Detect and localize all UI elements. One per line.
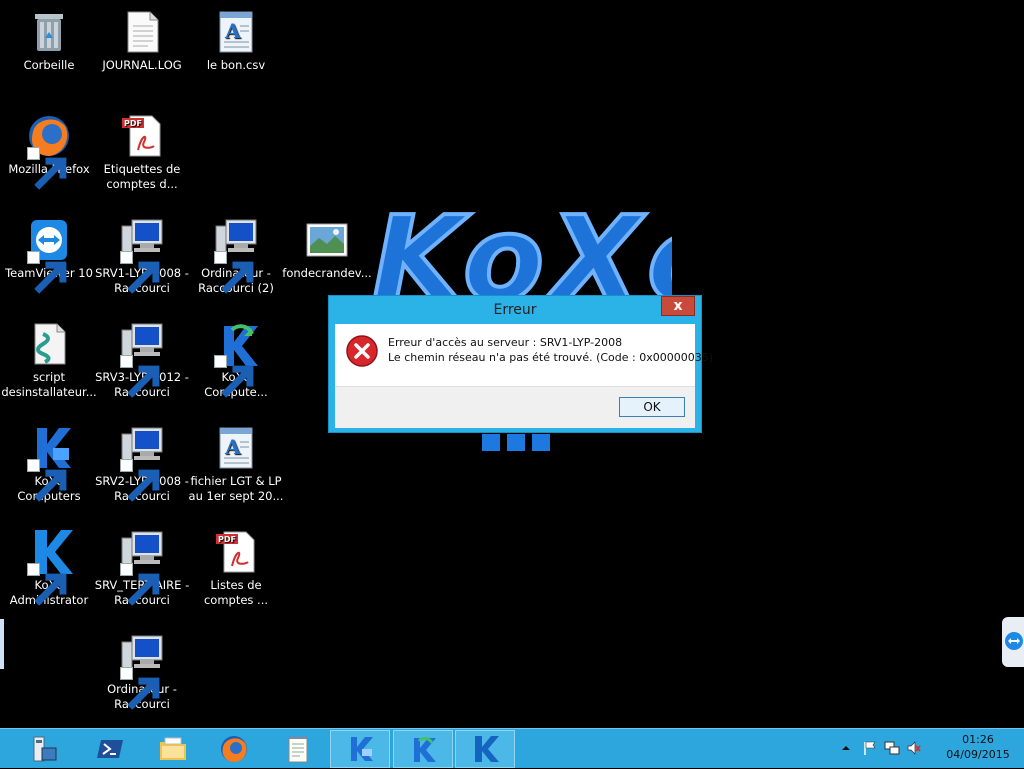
pdf-file-icon: PDF — [216, 531, 255, 573]
error-dialog: Erreur x Erreur d'accès au serveur : SRV… — [328, 295, 713, 433]
desktop-icon-teamviewer[interactable]: TeamViewer 10 — [1, 216, 97, 294]
text-file-icon — [127, 11, 159, 53]
koxo-computers-icon — [351, 737, 373, 761]
shortcut-arrow-icon — [27, 147, 67, 190]
volume-muted-icon — [907, 741, 921, 755]
svg-text:PDF: PDF — [124, 119, 142, 128]
system-tray: 01:26 04/09/2015 — [836, 729, 1024, 769]
pdf-file-icon: PDF — [122, 115, 161, 157]
desktop-icon-listes-de-comptes[interactable]: PDF Listes de comptes ... — [188, 528, 284, 608]
firefox-icon — [221, 736, 247, 762]
desktop-icon-firefox[interactable]: Mozilla Firefox — [1, 112, 97, 190]
taskbar-notepad[interactable] — [268, 730, 328, 768]
desktop-icon-koxo-computers[interactable]: KoXo Computers — [1, 424, 97, 504]
dialog-message-line2: Le chemin réseau n'a pas été trouvé. (Co… — [388, 351, 714, 364]
network-icon — [884, 741, 900, 755]
ok-button[interactable]: OK — [619, 397, 685, 417]
desktop-icon-script[interactable]: script desinstallateur... — [1, 320, 97, 400]
volume-button[interactable] — [906, 740, 922, 756]
csv-file-icon: A — [219, 427, 253, 469]
dialog-footer: OK — [335, 386, 695, 428]
dialog-title: Erreur — [493, 302, 537, 318]
desktop-icon-recycle-bin[interactable]: Corbeille — [1, 8, 97, 73]
desktop-icon-etiquettes-pdf[interactable]: PDF Etiquettes de comptes d... — [94, 112, 190, 192]
powershell-icon — [97, 740, 123, 758]
desktop-icon-koxo-administrator[interactable]: KoXo Administrator — [1, 528, 97, 608]
teamviewer-icon — [1005, 632, 1023, 650]
koxo-sync-icon — [414, 737, 436, 762]
show-hidden-icons-chevron-icon — [842, 746, 850, 750]
taskbar-koxo-administrator[interactable] — [455, 730, 515, 768]
desktop-icon-srv3[interactable]: SRV3-LYP-2012 - Raccourci — [94, 320, 190, 400]
taskbar-file-explorer[interactable] — [143, 730, 203, 768]
dialog-message-line1: Erreur d'accès au serveur : SRV1-LYP-200… — [388, 336, 623, 349]
desktop-icon-journal-log[interactable]: JOURNAL.LOG — [94, 8, 190, 73]
desktop-icon-srv1[interactable]: SRV1-LYP-2008 - Raccourci — [94, 216, 190, 296]
desktop: KoXo Corbeille Mozilla Firefox TeamViewe… — [0, 0, 1024, 728]
taskbar-powershell[interactable] — [80, 730, 140, 768]
desktop-icon-ordinateur-2[interactable]: Ordinateur - Raccourci (2) — [188, 216, 284, 296]
left-edge-panel[interactable] — [0, 619, 4, 669]
script-file-icon — [34, 323, 66, 365]
dialog-body: Erreur d'accès au serveur : SRV1-LYP-200… — [335, 324, 713, 428]
svg-text:A: A — [224, 19, 241, 43]
teamviewer-side-tab[interactable] — [1002, 617, 1024, 667]
wallpaper-loading-squares — [482, 434, 550, 451]
wallpaper-koxo-logo: KoXo — [372, 200, 672, 300]
desktop-icon-koxo-compute-sync[interactable]: KoXo Compute... — [188, 320, 284, 400]
file-explorer-icon — [160, 737, 186, 760]
show-hidden-icons-button[interactable] — [838, 740, 854, 756]
action-center-flag-icon — [864, 741, 876, 755]
desktop-icon-ordinateur[interactable]: Ordinateur - Raccourci — [94, 632, 190, 712]
network-button[interactable] — [884, 740, 900, 756]
clock-time: 01:26 — [962, 733, 994, 746]
desktop-icon-fichier-lgt-lp[interactable]: A fichier LGT & LP au 1er sept 20... — [188, 424, 284, 504]
desktop-icon-srv2[interactable]: SRV2-LYP-2008 - Raccourci — [94, 424, 190, 504]
taskbar-koxo-computers[interactable] — [330, 730, 390, 768]
recycle-bin-icon — [35, 14, 63, 51]
taskbar-clock[interactable]: 01:26 04/09/2015 — [936, 732, 1020, 762]
desktop-icon-srv-tertiaire[interactable]: SRV_TERTIAIRE - Raccourci — [94, 528, 190, 608]
svg-text:PDF: PDF — [218, 535, 236, 544]
image-file-icon — [306, 223, 348, 257]
koxo-admin-icon — [475, 736, 499, 762]
desktop-icon-fondecran[interactable]: fondecrandev... — [279, 216, 375, 281]
svg-text:A: A — [224, 435, 241, 459]
notepad-icon — [288, 736, 308, 763]
taskbar-koxo-sync[interactable] — [393, 730, 453, 768]
dialog-close-button[interactable]: x — [661, 296, 695, 316]
desktop-icon-le-bon-csv[interactable]: A le bon.csv — [188, 8, 284, 73]
action-center-button[interactable] — [862, 740, 878, 756]
error-icon — [345, 334, 379, 368]
clock-date: 04/09/2015 — [946, 748, 1010, 761]
taskbar: 01:26 04/09/2015 — [0, 728, 1024, 768]
csv-file-icon: A — [219, 11, 253, 53]
server-manager-icon — [33, 736, 57, 762]
taskbar-firefox[interactable] — [204, 730, 264, 768]
taskbar-server-manager[interactable] — [14, 730, 74, 768]
